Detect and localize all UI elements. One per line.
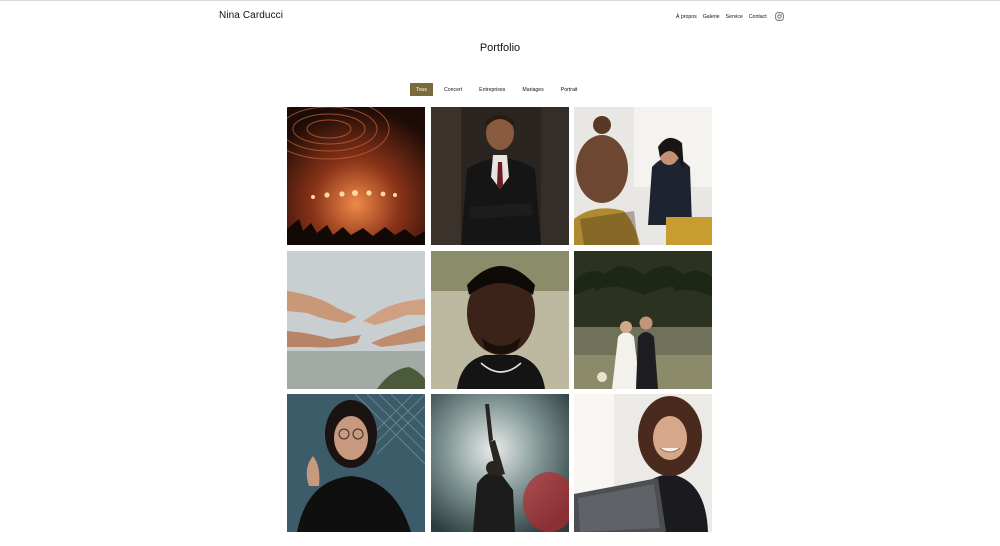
nav-link-contact[interactable]: Contact (749, 14, 767, 20)
filter-mariages[interactable]: Mariages (516, 83, 549, 96)
gallery-image-smoke-performer[interactable] (430, 394, 569, 532)
gallery-image-hands[interactable] (287, 250, 425, 389)
gallery-grid (287, 107, 712, 532)
gallery-image-businessman[interactable] (430, 107, 569, 245)
nav-link-galerie[interactable]: Galerie (703, 14, 720, 20)
filter-portrait[interactable]: Portrait (555, 83, 584, 96)
gallery-image-portrait-man[interactable] (430, 250, 569, 389)
gallery-image-woman-laptop[interactable] (574, 394, 712, 532)
filter-entreprises[interactable]: Entreprises (473, 83, 511, 96)
top-border (0, 0, 1000, 1)
gallery-image-concert-stage[interactable] (287, 107, 425, 245)
page-title: Portfolio (479, 42, 521, 54)
gallery-filters: Tous Concert Entreprises Mariages Portra… (410, 83, 588, 96)
gallery-image-office-meeting[interactable] (574, 107, 712, 245)
filter-tous[interactable]: Tous (410, 83, 433, 96)
main-nav: À propos Galerie Service Contact (676, 12, 784, 21)
filter-concert[interactable]: Concert (438, 83, 468, 96)
nav-link-service[interactable]: Service (726, 14, 743, 20)
gallery-image-wedding[interactable] (574, 250, 712, 389)
nav-link-a-propos[interactable]: À propos (676, 14, 697, 20)
instagram-icon[interactable] (775, 12, 784, 21)
gallery-image-portrait-woman[interactable] (287, 394, 425, 532)
site-brand[interactable]: Nina Carducci (219, 10, 283, 21)
